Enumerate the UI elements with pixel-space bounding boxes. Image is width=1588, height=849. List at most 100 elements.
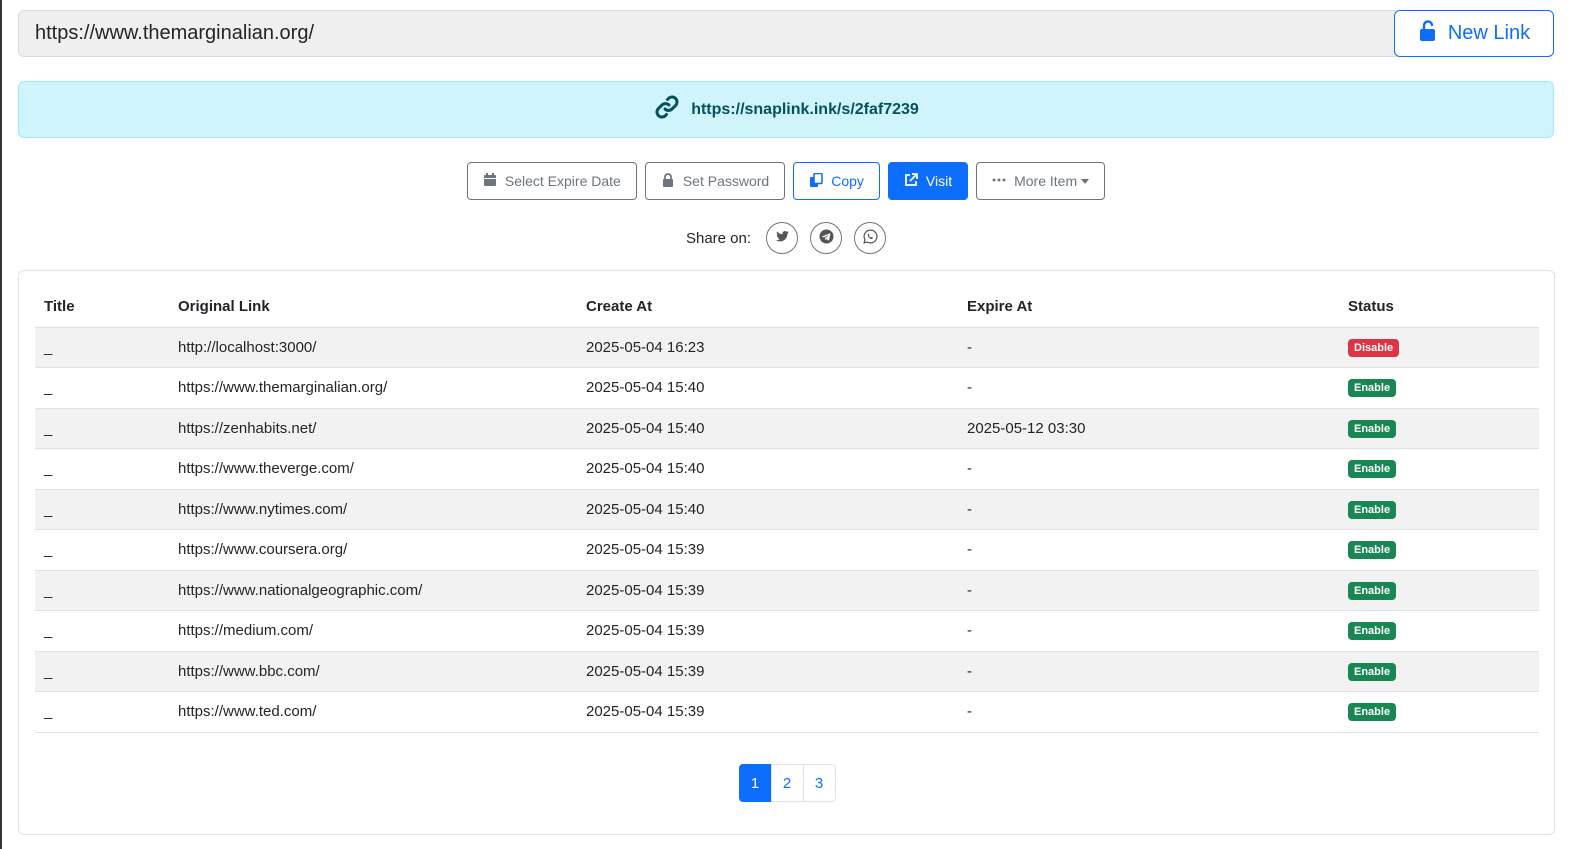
links-table: Title Original Link Create At Expire At … xyxy=(35,287,1539,733)
cell-status: Enable xyxy=(1339,367,1539,409)
calendar-icon xyxy=(483,172,497,190)
table-row[interactable]: _ https://www.nationalgeographic.com/ 20… xyxy=(35,570,1539,611)
cell-expire-at: - xyxy=(958,691,1339,733)
cell-status: Enable xyxy=(1339,408,1539,449)
url-input[interactable] xyxy=(18,10,1398,57)
caret-down-icon xyxy=(1081,178,1090,184)
status-badge: Enable xyxy=(1348,581,1397,600)
table-row[interactable]: _ https://www.coursera.org/ 2025-05-04 1… xyxy=(35,529,1539,571)
cell-title: _ xyxy=(35,570,169,611)
cell-status: Enable xyxy=(1339,651,1539,692)
external-link-icon xyxy=(904,172,918,190)
cell-original-link: https://www.theverge.com/ xyxy=(169,448,577,490)
table-row[interactable]: _ https://www.nytimes.com/ 2025-05-04 15… xyxy=(35,489,1539,530)
cell-title: _ xyxy=(35,489,169,530)
page-2-button[interactable]: 2 xyxy=(770,764,804,802)
short-link-alert: https://snaplink.ink/s/2faf7239 xyxy=(18,81,1554,138)
cell-create-at: 2025-05-04 15:40 xyxy=(577,367,958,409)
share-whatsapp-button[interactable] xyxy=(854,222,887,254)
cell-create-at: 2025-05-04 15:39 xyxy=(577,570,958,611)
more-item-label: More Item xyxy=(1014,173,1078,189)
url-row: New Link xyxy=(18,10,1555,57)
status-badge: Enable xyxy=(1348,379,1397,398)
twitter-icon xyxy=(775,229,790,247)
table-row[interactable]: _ https://www.theverge.com/ 2025-05-04 1… xyxy=(35,448,1539,490)
status-badge: Enable xyxy=(1348,500,1397,519)
cell-expire-at: - xyxy=(958,570,1339,611)
lock-icon xyxy=(661,172,675,190)
table-row[interactable]: _ https://www.bbc.com/ 2025-05-04 15:39 … xyxy=(35,651,1539,692)
ellipsis-icon xyxy=(992,173,1006,190)
cell-title: _ xyxy=(35,448,169,490)
new-link-button[interactable]: New Link xyxy=(1394,10,1554,57)
status-badge: Enable xyxy=(1348,419,1397,438)
cell-title: _ xyxy=(35,327,169,368)
table-body: _ http://localhost:3000/ 2025-05-04 16:2… xyxy=(35,327,1539,733)
link-icon xyxy=(653,95,681,124)
visit-label: Visit xyxy=(925,173,953,189)
cell-original-link: http://localhost:3000/ xyxy=(169,327,577,368)
status-badge: Enable xyxy=(1348,460,1397,479)
cell-title: _ xyxy=(35,529,169,571)
cell-create-at: 2025-05-04 15:40 xyxy=(577,408,958,449)
action-toolbar: Select Expire Date Set Password Copy Vis… xyxy=(0,162,1572,200)
cell-expire-at: 2025-05-12 03:30 xyxy=(958,408,1339,449)
page-1-button[interactable]: 1 xyxy=(738,764,772,802)
cell-status: Enable xyxy=(1339,610,1539,652)
header-status: Status xyxy=(1339,287,1539,328)
cell-status: Enable xyxy=(1339,489,1539,530)
links-card: Title Original Link Create At Expire At … xyxy=(18,270,1555,835)
status-badge: Enable xyxy=(1348,541,1397,560)
cell-create-at: 2025-05-04 15:39 xyxy=(577,529,958,571)
select-expire-date-button[interactable]: Select Expire Date xyxy=(466,162,637,200)
cell-title: _ xyxy=(35,367,169,409)
share-twitter-button[interactable] xyxy=(766,222,799,254)
share-telegram-button[interactable] xyxy=(810,222,843,254)
cell-original-link: https://zenhabits.net/ xyxy=(169,408,577,449)
cell-create-at: 2025-05-04 15:40 xyxy=(577,489,958,530)
cell-create-at: 2025-05-04 15:39 xyxy=(577,691,958,733)
cell-original-link: https://www.nationalgeographic.com/ xyxy=(169,570,577,611)
cell-original-link: https://www.bbc.com/ xyxy=(169,651,577,692)
window-edge xyxy=(0,0,2,849)
visit-button[interactable]: Visit xyxy=(887,162,969,200)
table-row[interactable]: _ https://zenhabits.net/ 2025-05-04 15:4… xyxy=(35,408,1539,449)
cell-create-at: 2025-05-04 15:39 xyxy=(577,610,958,652)
table-row[interactable]: _ http://localhost:3000/ 2025-05-04 16:2… xyxy=(35,327,1539,368)
cell-status: Enable xyxy=(1339,448,1539,490)
cell-expire-at: - xyxy=(958,489,1339,530)
cell-status: Enable xyxy=(1339,691,1539,733)
set-password-label: Set Password xyxy=(682,173,770,189)
more-item-dropdown[interactable]: More Item xyxy=(976,162,1106,200)
telegram-icon xyxy=(818,229,834,247)
whatsapp-icon xyxy=(862,229,878,247)
cell-original-link: https://www.nytimes.com/ xyxy=(169,489,577,530)
page-3-button[interactable]: 3 xyxy=(802,764,836,802)
cell-expire-at: - xyxy=(958,529,1339,571)
cell-expire-at: - xyxy=(958,651,1339,692)
cell-expire-at: - xyxy=(958,610,1339,652)
status-badge: Disable xyxy=(1348,338,1400,357)
cell-create-at: 2025-05-04 15:39 xyxy=(577,651,958,692)
header-create-at: Create At xyxy=(577,287,958,328)
cell-status: Enable xyxy=(1339,529,1539,571)
cell-create-at: 2025-05-04 16:23 xyxy=(577,327,958,368)
unlock-icon xyxy=(1418,19,1438,48)
cell-original-link: https://www.coursera.org/ xyxy=(169,529,577,571)
copy-label: Copy xyxy=(831,173,864,189)
table-row[interactable]: _ https://medium.com/ 2025-05-04 15:39 -… xyxy=(35,610,1539,652)
status-badge: Enable xyxy=(1348,662,1397,681)
cell-original-link: https://www.ted.com/ xyxy=(169,691,577,733)
copy-button[interactable]: Copy xyxy=(793,162,880,200)
set-password-button[interactable]: Set Password xyxy=(644,162,786,200)
table-row[interactable]: _ https://www.themarginalian.org/ 2025-0… xyxy=(35,367,1539,409)
table-row[interactable]: _ https://www.ted.com/ 2025-05-04 15:39 … xyxy=(35,691,1539,733)
select-expire-date-label: Select Expire Date xyxy=(504,173,621,189)
cell-expire-at: - xyxy=(958,327,1339,368)
short-link-url[interactable]: https://snaplink.ink/s/2faf7239 xyxy=(691,101,919,119)
cell-title: _ xyxy=(35,651,169,692)
cell-status: Disable xyxy=(1339,327,1539,368)
cell-original-link: https://www.themarginalian.org/ xyxy=(169,367,577,409)
cell-create-at: 2025-05-04 15:40 xyxy=(577,448,958,490)
pagination: 1 2 3 xyxy=(19,764,1556,802)
